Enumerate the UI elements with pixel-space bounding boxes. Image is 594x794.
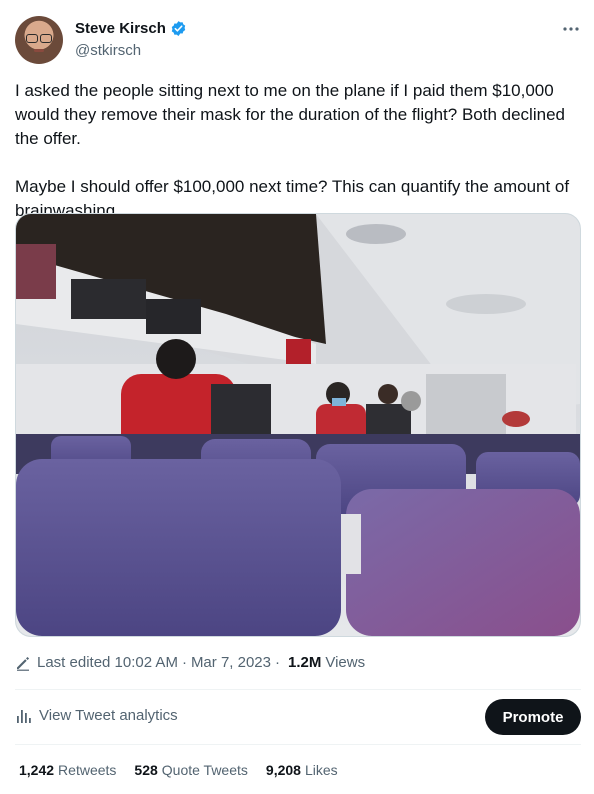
tweet-paragraph-1: I asked the people sitting next to me on… [15, 81, 565, 148]
edited-label[interactable]: Last edited 10:02 AM [37, 654, 178, 671]
separator: · [274, 654, 280, 671]
divider [15, 744, 581, 745]
retweets-label: Retweets [58, 762, 117, 778]
tweet-text: I asked the people sitting next to me on… [15, 79, 581, 223]
author-display-name[interactable]: Steve Kirsch [75, 20, 166, 37]
promote-button[interactable]: Promote [485, 699, 581, 735]
verified-badge-icon [171, 21, 186, 36]
engagement-stats: 1,242 Retweets 528 Quote Tweets 9,208 Likes [19, 762, 338, 778]
avatar-mouth [34, 49, 44, 52]
airplane-cabin-photo [16, 214, 580, 636]
quotes-label: Quote Tweets [161, 762, 248, 778]
quotes-count: 528 [134, 762, 158, 778]
likes-stat[interactable]: 9,208 Likes [266, 762, 338, 778]
author-name-row: Steve Kirsch [75, 20, 187, 37]
analytics-label: View Tweet analytics [39, 707, 178, 724]
quote-tweets-stat[interactable]: 528 Quote Tweets [134, 762, 248, 778]
retweets-count: 1,242 [19, 762, 55, 778]
views-count: 1.2M [287, 654, 322, 671]
more-horizontal-icon[interactable] [562, 22, 580, 36]
separator: · [181, 654, 187, 671]
tweet-photo[interactable] [15, 213, 581, 637]
likes-label: Likes [304, 762, 338, 778]
avatar[interactable] [15, 16, 63, 64]
tweet-card: Steve Kirsch @stkirsch I asked the peopl… [0, 0, 594, 794]
view-analytics-link[interactable]: View Tweet analytics [15, 707, 178, 724]
bar-chart-icon [17, 709, 31, 723]
edit-info-row: Last edited 10:02 AM · Mar 7, 2023 · 1.2… [15, 654, 365, 671]
tweet-date[interactable]: Mar 7, 2023 [191, 654, 271, 671]
likes-count: 9,208 [265, 762, 301, 778]
views-label: Views [325, 654, 366, 671]
retweets-stat[interactable]: 1,242 Retweets [19, 762, 116, 778]
divider [15, 689, 581, 690]
author-handle[interactable]: @stkirsch [75, 42, 141, 59]
avatar-glasses [26, 34, 52, 43]
pencil-icon [17, 656, 30, 671]
